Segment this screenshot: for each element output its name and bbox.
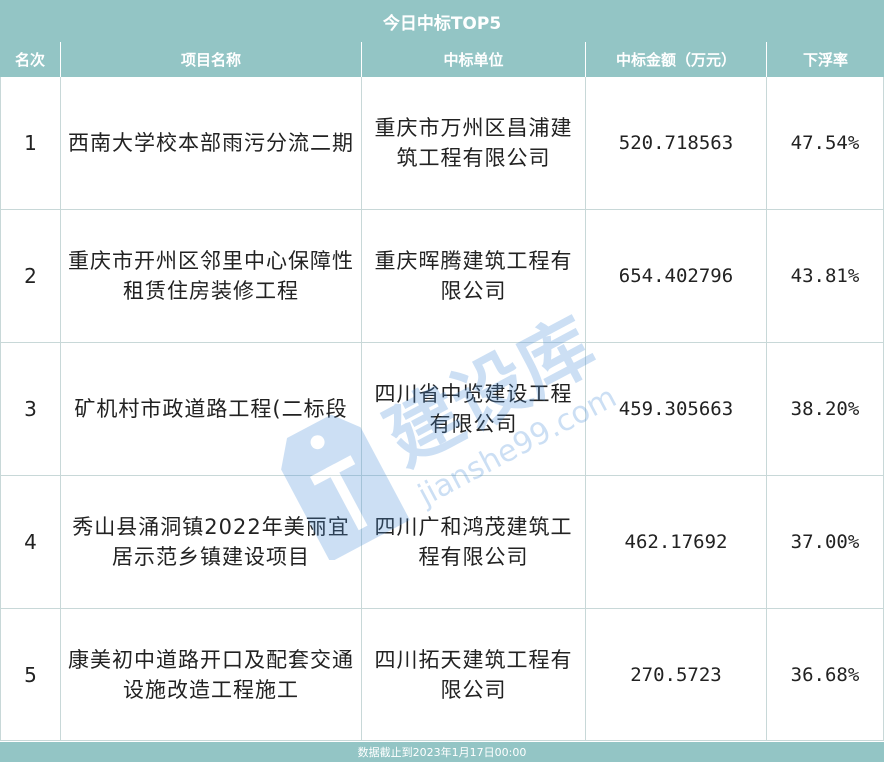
winner-cell: 四川省中览建设工程有限公司 [362, 343, 586, 475]
amount-cell: 520.718563 [586, 77, 767, 209]
table-row: 5 康美初中道路开口及配套交通设施改造工程施工 四川拓天建筑工程有限公司 270… [0, 609, 884, 741]
rank-cell: 2 [0, 210, 61, 342]
header-rate: 下浮率 [802, 51, 848, 69]
table-row: 3 矿机村市政道路工程(二标段 四川省中览建设工程有限公司 459.305663… [0, 343, 884, 476]
table-row: 1 西南大学校本部雨污分流二期 重庆市万州区昌浦建筑工程有限公司 520.718… [0, 77, 884, 210]
table-row: 2 重庆市开州区邻里中心保障性租赁住房装修工程 重庆晖腾建筑工程有限公司 654… [0, 210, 884, 343]
rate-cell: 36.68% [767, 609, 884, 740]
rate-cell: 38.20% [767, 343, 884, 475]
header-row: 名次 项目名称 中标单位 中标金额（万元） 下浮率 [0, 42, 884, 77]
amount-cell: 459.305663 [586, 343, 767, 475]
top5-table: 今日中标TOP5 名次 项目名称 中标单位 中标金额（万元） 下浮率 1 西南大… [0, 0, 884, 762]
header-winner: 中标单位 [362, 42, 586, 77]
rate-cell: 47.54% [767, 77, 884, 209]
winner-cell: 重庆市万州区昌浦建筑工程有限公司 [362, 77, 586, 209]
table-title: 今日中标TOP5 [0, 0, 884, 43]
project-cell: 秀山县涌洞镇2022年美丽宜居示范乡镇建设项目 [61, 476, 362, 608]
header-project: 项目名称 [61, 42, 362, 77]
project-cell: 重庆市开州区邻里中心保障性租赁住房装修工程 [61, 210, 362, 342]
header-amount: 中标金额（万元） [586, 42, 767, 77]
amount-cell: 270.5723 [586, 609, 767, 740]
rank-cell: 5 [0, 609, 61, 740]
project-cell: 康美初中道路开口及配套交通设施改造工程施工 [61, 609, 362, 740]
amount-cell: 462.17692 [586, 476, 767, 608]
winner-cell: 四川广和鸿茂建筑工程有限公司 [362, 476, 586, 608]
data-cutoff-note: 数据截止到2023年1月17日00:00 [0, 742, 884, 762]
table-body: 1 西南大学校本部雨污分流二期 重庆市万州区昌浦建筑工程有限公司 520.718… [0, 77, 884, 741]
rank-cell: 4 [0, 476, 61, 608]
rank-cell: 1 [0, 77, 61, 209]
table-row: 4 秀山县涌洞镇2022年美丽宜居示范乡镇建设项目 四川广和鸿茂建筑工程有限公司… [0, 476, 884, 609]
winner-cell: 重庆晖腾建筑工程有限公司 [362, 210, 586, 342]
project-cell: 矿机村市政道路工程(二标段 [61, 343, 362, 475]
rate-cell: 37.00% [767, 476, 884, 608]
rate-cell: 43.81% [767, 210, 884, 342]
rank-cell: 3 [0, 343, 61, 475]
winner-cell: 四川拓天建筑工程有限公司 [362, 609, 586, 740]
amount-cell: 654.402796 [586, 210, 767, 342]
header-rank: 名次 [0, 42, 61, 77]
project-cell: 西南大学校本部雨污分流二期 [61, 77, 362, 209]
